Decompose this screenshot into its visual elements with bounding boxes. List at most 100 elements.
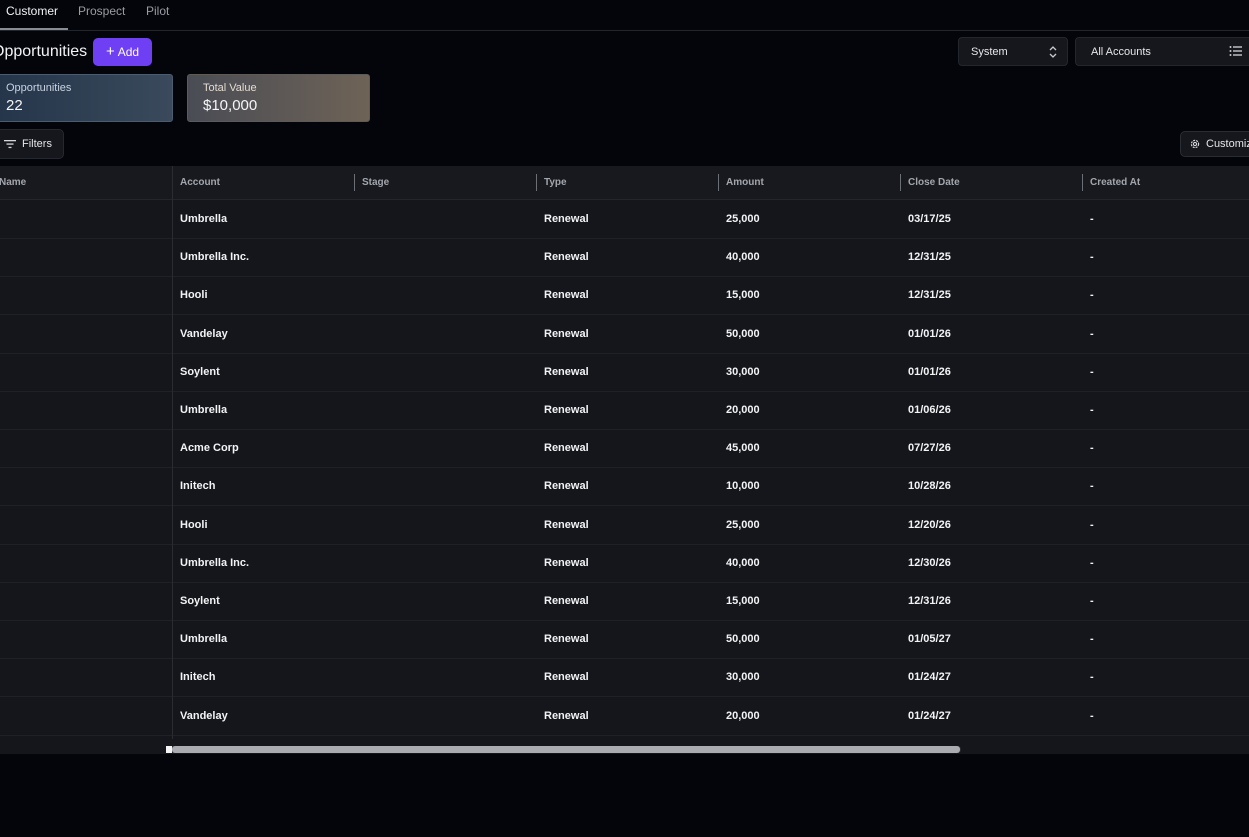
- filters-button-label: Filters: [22, 138, 52, 150]
- cell-type: Renewal: [544, 518, 589, 531]
- cell-created-at: -: [1090, 365, 1094, 378]
- cell-created-at: -: [1090, 289, 1094, 302]
- cell-created-at: -: [1090, 480, 1094, 493]
- system-select[interactable]: System: [958, 37, 1068, 66]
- cell-created-at: -: [1090, 556, 1094, 569]
- cell-type: Renewal: [544, 365, 589, 378]
- plus-icon: +: [105, 43, 115, 60]
- table-row[interactable]: Umbrella Inc. Renewal 40,000 12/31/25 -: [0, 238, 1249, 278]
- table-row[interactable]: Soylent Renewal 15,000 12/31/26 -: [0, 582, 1249, 621]
- cell-account: Soylent: [180, 365, 220, 378]
- table-row[interactable]: Umbrella Renewal 50,000 01/05/27 -: [0, 620, 1249, 660]
- filter-icon: [4, 140, 16, 149]
- cell-created-at: -: [1090, 404, 1094, 416]
- column-header-type[interactable]: Type: [544, 177, 567, 188]
- column-resize-handle[interactable]: [354, 174, 355, 191]
- table-row[interactable]: Initech Renewal 10,000 10/28/26 -: [0, 467, 1249, 507]
- chevron-up-down-icon: [1049, 46, 1057, 58]
- table-row[interactable]: Umbrella Inc. Renewal 40,000 12/30/26 -: [0, 544, 1249, 583]
- table-row[interactable]: Hooli Renewal 15,000 12/31/25 -: [0, 276, 1249, 316]
- cell-close-date: 12/31/26: [908, 595, 951, 607]
- cell-amount: 25,000: [726, 518, 760, 531]
- filters-button[interactable]: Filters: [0, 129, 64, 159]
- cell-close-date: 10/28/26: [908, 480, 951, 493]
- column-header-account[interactable]: Account: [180, 177, 220, 188]
- page-title: Opportunities: [0, 43, 88, 60]
- table-row[interactable]: Vandelay Renewal 50,000 01/01/26 -: [0, 315, 1249, 354]
- gear-icon: [1190, 139, 1200, 149]
- cell-type: Renewal: [544, 327, 589, 340]
- column-resize-handle[interactable]: [900, 174, 901, 191]
- cell-account: Acme Corp: [180, 442, 239, 455]
- cell-type: Renewal: [544, 595, 589, 607]
- table-header: Name Account Stage Type Amount Close Dat…: [0, 166, 1249, 200]
- cell-account: Umbrella Inc.: [180, 556, 250, 569]
- list-icon: [1229, 46, 1242, 56]
- cell-created-at: -: [1090, 595, 1094, 607]
- cell-created-at: -: [1090, 327, 1094, 340]
- cell-account: Hooli: [180, 289, 208, 302]
- cell-amount: 10,000: [726, 480, 760, 493]
- cell-type: Renewal: [544, 213, 589, 225]
- total-value-stat-value: $10,000: [203, 97, 258, 114]
- cell-type: Renewal: [544, 671, 589, 684]
- cell-created-at: -: [1090, 671, 1094, 684]
- cell-close-date: 12/20/26: [908, 518, 951, 531]
- cell-close-date: 12/31/25: [908, 289, 951, 302]
- table-row[interactable]: Umbrella Renewal 25,000 03/17/25 -: [0, 200, 1249, 239]
- cell-type: Renewal: [544, 404, 589, 416]
- column-header-created-at[interactable]: Created At: [1090, 177, 1140, 188]
- scrollbar-corner: [166, 746, 172, 753]
- table-row[interactable]: Vandelay Renewal 20,000 01/24/27 -: [0, 697, 1249, 736]
- cell-amount: 40,000: [726, 251, 760, 264]
- cell-type: Renewal: [544, 709, 589, 722]
- opportunities-stat-label: Opportunities: [6, 82, 72, 94]
- column-resize-handle[interactable]: [536, 174, 537, 191]
- tab-customer[interactable]: Customer: [6, 4, 58, 18]
- tab-bar: Customer Prospect Pilot: [0, 0, 1249, 31]
- cell-account: Umbrella: [180, 404, 228, 416]
- cell-amount: 30,000: [726, 365, 760, 378]
- accounts-select[interactable]: All Accounts: [1075, 37, 1249, 66]
- column-header-amount[interactable]: Amount: [726, 177, 764, 188]
- opportunities-table: Name Account Stage Type Amount Close Dat…: [0, 166, 1249, 754]
- cell-close-date: 07/27/26: [908, 442, 951, 455]
- tab-prospect[interactable]: Prospect: [78, 4, 125, 18]
- cell-amount: 50,000: [726, 633, 760, 646]
- cell-account: Initech: [180, 671, 216, 684]
- cell-close-date: 12/31/25: [908, 251, 951, 264]
- cell-account: Umbrella: [180, 213, 228, 225]
- column-resize-handle[interactable]: [718, 174, 719, 191]
- table-row[interactable]: Acme Corp Renewal 45,000 07/27/26 -: [0, 429, 1249, 469]
- cell-close-date: 12/30/26: [908, 556, 951, 569]
- column-header-stage[interactable]: Stage: [362, 177, 389, 188]
- column-resize-handle[interactable]: [1082, 174, 1083, 191]
- cell-type: Renewal: [544, 556, 589, 569]
- cell-created-at: -: [1090, 251, 1094, 264]
- accounts-select-value: All Accounts: [1091, 45, 1151, 58]
- total-value-stat-label: Total Value: [203, 82, 257, 94]
- horizontal-scrollbar-thumb[interactable]: [172, 746, 960, 753]
- system-select-value: System: [971, 45, 1008, 58]
- table-row[interactable]: Initech Renewal 30,000 01/24/27 -: [0, 658, 1249, 698]
- tab-pilot[interactable]: Pilot: [146, 4, 169, 18]
- pinned-column-divider: [172, 166, 173, 739]
- customize-button-label: Customize: [1206, 138, 1249, 150]
- cell-account: Vandelay: [180, 709, 228, 722]
- add-button[interactable]: + Add: [93, 38, 152, 66]
- opportunities-stat-value: 22: [6, 97, 23, 114]
- table-row[interactable]: Umbrella Renewal 20,000 01/06/26 -: [0, 391, 1249, 430]
- cell-type: Renewal: [544, 480, 589, 493]
- cell-amount: 40,000: [726, 556, 760, 569]
- customize-button[interactable]: Customize: [1180, 131, 1249, 157]
- cell-account: Umbrella Inc.: [180, 251, 250, 264]
- cell-amount: 15,000: [726, 595, 760, 607]
- cell-account: Umbrella: [180, 633, 228, 646]
- column-header-name[interactable]: Name: [0, 177, 26, 188]
- table-row[interactable]: Hooli Renewal 25,000 12/20/26 -: [0, 506, 1249, 545]
- cell-amount: 50,000: [726, 327, 760, 340]
- cell-type: Renewal: [544, 289, 589, 302]
- column-header-close-date[interactable]: Close Date: [908, 177, 960, 188]
- cell-close-date: 01/24/27: [908, 671, 951, 684]
- table-row[interactable]: Soylent Renewal 30,000 01/01/26 -: [0, 353, 1249, 392]
